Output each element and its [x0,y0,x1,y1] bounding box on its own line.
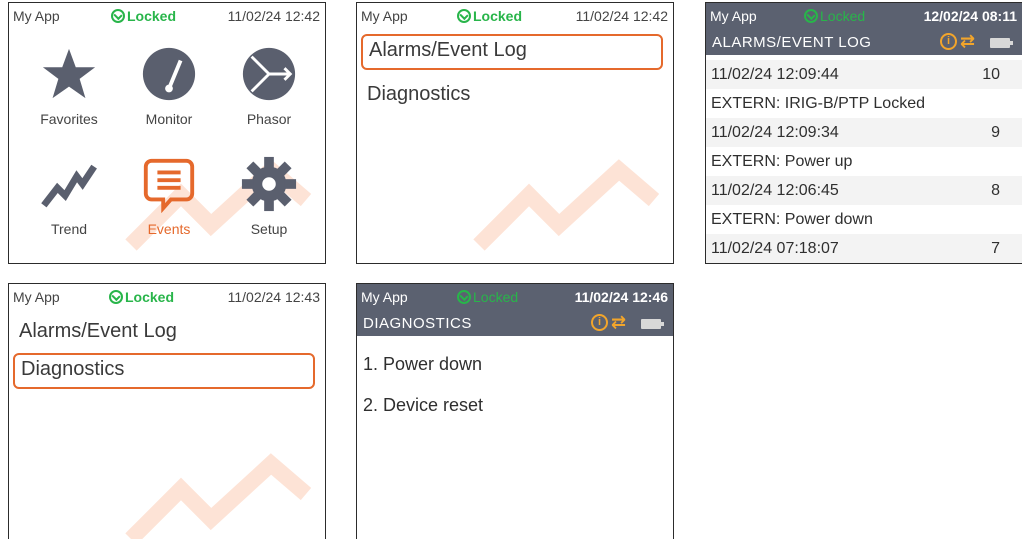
diagnostic-item-power-down[interactable]: 1. Power down [363,354,482,375]
log-text: 11/02/24 12:06:45 [711,182,839,199]
log-text: EXTERN: Power down [711,211,873,228]
status-bar: My App Locked 11/02/24 12:42 [357,3,673,29]
log-text: EXTERN: Power up [711,153,853,170]
menu-item-alarms-event-log[interactable]: Alarms/Event Log [13,316,183,347]
lock-status: Locked [457,8,522,24]
lock-label: Locked [127,8,177,24]
status-bar: My App Locked 11/02/24 12:46 [357,284,673,310]
menu-phasor[interactable]: Phasor [219,45,319,127]
lock-status: Locked [109,289,174,305]
events-icon [143,158,195,213]
menu-monitor[interactable]: Monitor [119,45,219,127]
log-num: 7 [991,240,1000,257]
clock: 12/02/24 08:11 [923,8,1017,24]
lock-check-icon [111,9,125,23]
status-bar: My App Locked 11/02/24 12:43 [9,284,325,310]
status-bar: My App Locked 12/02/24 08:11 [706,3,1022,29]
app-name: My App [13,8,60,24]
gear-icon [241,156,297,212]
swap-arrows-icon[interactable]: ⇄ [960,31,975,52]
star-icon [42,48,96,99]
lock-label: Locked [820,8,866,24]
log-text: 11/02/24 07:18:07 [711,240,839,257]
log-num: 8 [991,182,1000,199]
app-name: My App [710,8,757,24]
app-name: My App [13,289,60,305]
events-menu-screen: My App Locked 11/02/24 12:42 Alarms/Even… [356,2,674,264]
lock-check-icon [109,290,123,304]
page-title: DIAGNOSTICS [363,315,472,332]
clock: 11/02/24 12:43 [227,289,320,305]
diagnostic-item-device-reset[interactable]: 2. Device reset [363,395,483,416]
menu-setup[interactable]: Setup [219,155,319,237]
clock: 11/02/24 12:42 [227,8,320,24]
lock-status: Locked [804,8,865,24]
battery-icon [990,38,1013,48]
log-row[interactable]: EXTERN: Power up [706,147,1022,176]
lock-label: Locked [473,289,519,305]
menu-item-label: Diagnostics [367,83,471,105]
home-screen: My App Locked 11/02/24 12:42 Favorites M… [8,2,326,264]
lock-check-icon [457,290,471,304]
events-menu-screen-diagnostics: My App Locked 11/02/24 12:43 Alarms/Even… [8,283,326,539]
lock-label: Locked [125,289,175,305]
log-num: 9 [991,124,1000,141]
menu-events-label: Events [147,221,191,237]
log-text: 11/02/24 12:09:34 [711,124,839,141]
clock: 11/02/24 12:46 [574,289,668,305]
watermark-logo [125,453,311,539]
header-bar: My App Locked 11/02/24 12:46 DIAGNOSTICS… [357,284,673,336]
menu-trend[interactable]: Trend [19,155,119,237]
log-row[interactable]: 11/02/24 12:09:34 9 [706,118,1022,147]
info-icon[interactable]: i [591,314,608,331]
menu-item-label: Alarms/Event Log [19,320,177,342]
menu-item-label: Diagnostics [21,358,125,380]
lock-check-icon [457,9,471,23]
menu-events[interactable]: Events [119,155,219,237]
status-bar: My App Locked 11/02/24 12:42 [9,3,325,29]
menu-item-label: Alarms/Event Log [369,39,527,61]
menu-setup-label: Setup [250,221,288,237]
log-row[interactable]: EXTERN: IRIG-B/PTP Locked [706,89,1022,118]
menu-monitor-label: Monitor [145,111,193,127]
log-row[interactable]: 11/02/24 12:09:44 10 [706,60,1022,89]
menu-trend-label: Trend [50,221,88,237]
log-text: 11/02/24 12:09:44 [711,66,839,83]
watermark-logo [473,159,659,251]
lock-check-icon [804,9,818,23]
app-name: My App [361,8,408,24]
menu-favorites[interactable]: Favorites [19,45,119,127]
clock: 11/02/24 12:42 [575,8,668,24]
page-title: ALARMS/EVENT LOG [712,34,872,51]
trend-icon [41,164,97,208]
menu-favorites-label: Favorites [40,111,98,127]
app-name: My App [361,289,408,305]
lock-status: Locked [457,289,518,305]
menu-phasor-label: Phasor [246,111,292,127]
menu-item-diagnostics[interactable]: Diagnostics [361,79,476,110]
log-text: EXTERN: IRIG-B/PTP Locked [711,95,925,112]
event-log-screen: My App Locked 12/02/24 08:11 ALARMS/EVEN… [705,2,1022,264]
phasor-icon [242,47,296,101]
log-row[interactable]: EXTERN: Power down [706,205,1022,234]
menu-item-diagnostics[interactable]: Diagnostics [13,353,315,389]
menu-item-alarms-event-log[interactable]: Alarms/Event Log [361,34,663,70]
lock-status: Locked [111,8,176,24]
diagnostics-screen: My App Locked 11/02/24 12:46 DIAGNOSTICS… [356,283,674,539]
info-icon[interactable]: i [940,33,957,50]
battery-icon [641,319,664,329]
swap-arrows-icon[interactable]: ⇄ [611,312,626,333]
log-row[interactable]: 11/02/24 07:18:07 7 [706,234,1022,263]
gauge-icon [142,47,196,101]
log-num: 10 [982,66,1000,83]
header-bar: My App Locked 12/02/24 08:11 ALARMS/EVEN… [706,3,1022,55]
lock-label: Locked [473,8,523,24]
log-row[interactable]: 11/02/24 12:06:45 8 [706,176,1022,205]
